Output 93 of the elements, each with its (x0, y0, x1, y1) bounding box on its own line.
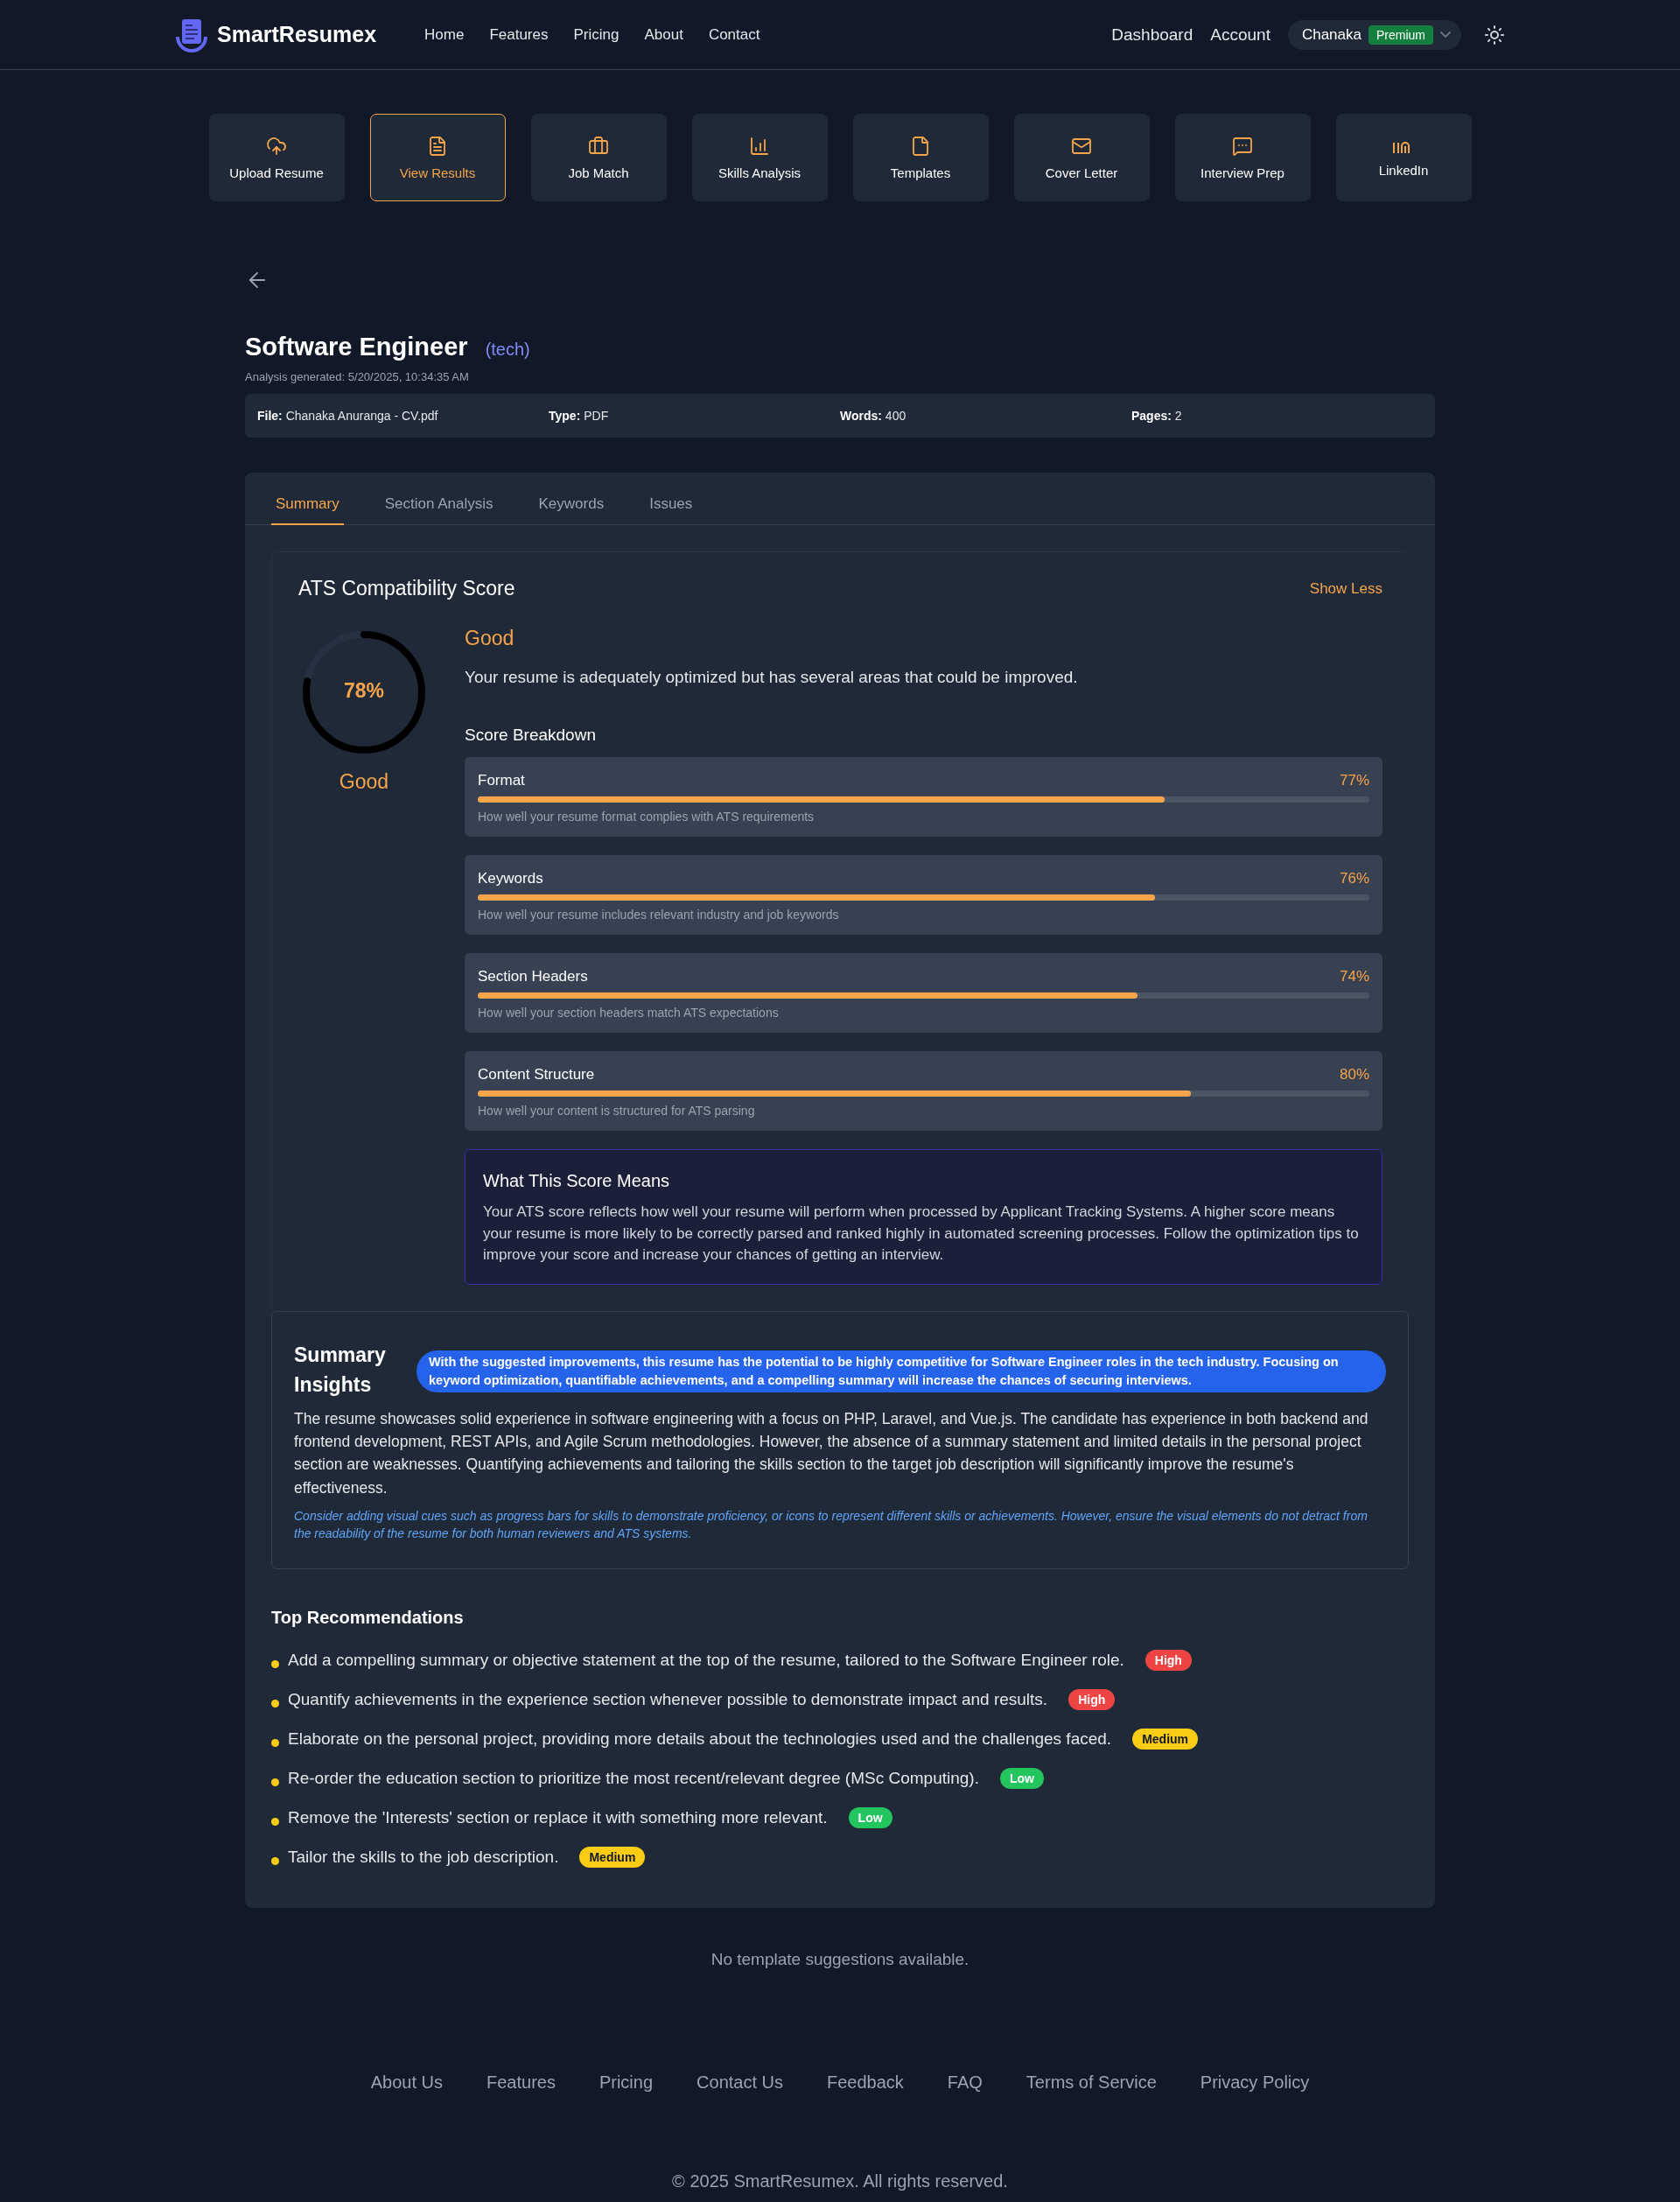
info-text: Your ATS score reflects how well your resume will perform when processed by Applicant Tracking Systems. A higher score means your resume is more likely to be correctly parsed and ranked highly in automated screening processes. Follow the optimization tips to improve your score and increase your chances of getting an interview. (483, 1203, 1360, 1266)
insights-title: Summary Insights (294, 1342, 387, 1399)
footer-link[interactable]: About Us (370, 2072, 443, 2093)
bullet-icon (271, 1778, 279, 1787)
user-menu[interactable]: Chanaka Premium (1287, 19, 1461, 50)
quick-action-tile[interactable]: LinkedIn (1335, 114, 1472, 201)
tab[interactable]: Issues (645, 473, 697, 525)
footer-link[interactable]: Pricing (598, 2072, 654, 2093)
priority-badge: High (1144, 1649, 1192, 1671)
page-title: Software Engineer (245, 333, 468, 361)
footer-link[interactable]: Features (486, 2072, 556, 2093)
breakdown-title: Score Breakdown (465, 726, 597, 745)
score-summary: Your resume is adequately optimized but has several areas that could be improved. (465, 668, 1079, 687)
score-item-percent: 76% (1339, 870, 1369, 887)
nav-link[interactable]: About (644, 25, 683, 44)
file-icon (910, 135, 931, 157)
score-item-description: How well your content is structured for ATS parsing (478, 1104, 756, 1118)
footer-link[interactable]: Privacy Policy (1200, 2072, 1310, 2093)
score-item-percent: 77% (1339, 772, 1369, 789)
score-item-description: How well your resume includes relevant industry and job keywords (478, 908, 840, 922)
score-item-description: How well your resume format complies with ATS requirements (478, 810, 816, 824)
score-rating: Good (339, 770, 389, 794)
score-item-name: Content Structure (478, 1066, 595, 1083)
recommendation-text: Tailor the skills to the job description. (288, 1847, 559, 1867)
quick-action-tile[interactable]: View Results (369, 114, 506, 201)
show-less-link[interactable]: Show Less (1309, 579, 1382, 598)
bullet-icon (271, 1660, 279, 1669)
recommendation-text: Elaborate on the personal project, providing more details about the technologies used and the challenges faced. (288, 1729, 1112, 1749)
nav-link[interactable]: Features (489, 25, 549, 44)
score-value: 78% (342, 679, 385, 703)
rating-heading: Good (465, 627, 515, 650)
nav-link[interactable]: Pricing (573, 25, 620, 44)
recommendation-text: Remove the 'Interests' section or replace it with something more relevant. (288, 1807, 828, 1827)
tab[interactable]: Keywords (534, 473, 609, 525)
logo-icon (175, 17, 208, 53)
footer-link[interactable]: Feedback (827, 2072, 904, 2093)
category-label: (tech) (485, 340, 530, 360)
empty-message: No template suggestions available. (710, 1950, 970, 1970)
quick-action-tile[interactable]: Cover Letter (1013, 114, 1150, 201)
recommendations-title: Top Recommendations (271, 1608, 465, 1629)
quick-action-tile[interactable]: Interview Prep (1174, 114, 1311, 201)
quick-action-tile[interactable]: Upload Resume (208, 114, 345, 201)
score-item-name: Format (478, 772, 525, 789)
footer-link[interactable]: FAQ (947, 2072, 983, 2093)
nav-link[interactable]: Account (1210, 25, 1270, 45)
bullet-icon (271, 1857, 279, 1866)
footer-link[interactable]: Terms of Service (1026, 2072, 1157, 2093)
priority-badge: Low (999, 1767, 1044, 1789)
recommendation-text: Quantify achievements in the experience section whenever possible to demonstrate impact and results. (288, 1689, 1048, 1709)
insights-note: Consider adding visual cues such as progress bars for skills to demonstrate proficiency, or icons to represent different skills or achievements. However, ensure the visual elements do not detract from the readability of the resume for both human reviewers and ATS systems. (294, 1507, 1368, 1542)
brand-name: SmartResumex (217, 22, 377, 47)
document-icon (427, 135, 448, 157)
file-info-item: Words: 400 (840, 409, 907, 423)
score-item-name: Keywords (478, 870, 543, 887)
score-item-description: How well your section headers match ATS expectations (478, 1006, 780, 1020)
priority-badge: High (1068, 1688, 1116, 1710)
generated-date: Analysis generated: 5/20/2025, 10:34:35 AM (245, 370, 470, 383)
chevron-down-icon (1440, 32, 1451, 38)
insights-text: The resume showcases solid experience in software engineering with a focus on PHP, Laravel, and Vue.js. The candidate has experience in both backend and frontend development, REST APIs, and Agile Scrum methodologies. However, the absence of a summary statement and limited details in the personal project section are weaknesses. Quantifying achievements and tailoring the skills section to the target job description will significantly improve the resume's effectiveness. (294, 1408, 1369, 1498)
file-info-item: File: Chanaka Anuranga - CV.pdf (257, 409, 439, 423)
nav-link[interactable]: Home (424, 25, 465, 44)
file-info-item: Pages: 2 (1131, 409, 1183, 423)
user-name: Chanaka (1301, 25, 1362, 44)
bullet-icon (271, 1739, 279, 1748)
priority-badge: Medium (1132, 1728, 1199, 1750)
briefcase-icon (588, 135, 609, 157)
priority-badge: Medium (579, 1846, 646, 1868)
quick-action-tile[interactable]: Skills Analysis (691, 114, 828, 201)
priority-badge: Low (848, 1806, 892, 1828)
recommendation-text: Re-order the education section to prioritize the most recent/relevant degree (MSc Computing). (288, 1768, 979, 1788)
chat-bubble-icon (1232, 135, 1253, 157)
bar-chart-icon (749, 135, 770, 157)
recommendation-text: Add a compelling summary or objective statement at the top of the resume, tailored to the Software Engineer role. (288, 1650, 1124, 1670)
insight-highlight: With the suggested improvements, this resume has the potential to be highly competitive for Software Engineer roles in the tech industry. Focusing on keyword optimization, quantifiable achievements, and a compelling summary will increase the chances of securing interviews. (416, 1350, 1386, 1392)
quick-action-tile[interactable]: Job Match (530, 114, 667, 201)
score-item-percent: 74% (1339, 968, 1369, 985)
bullet-icon (271, 1700, 279, 1708)
tab[interactable]: Section Analysis (380, 473, 498, 525)
footer-link[interactable]: Contact Us (696, 2072, 783, 2093)
score-item-percent: 80% (1339, 1066, 1369, 1083)
premium-badge: Premium (1368, 25, 1433, 45)
cloud-upload-icon (266, 135, 287, 157)
score-item-name: Section Headers (478, 968, 588, 985)
quick-action-tile[interactable]: Templates (852, 114, 989, 201)
panel-title: ATS Compatibility Score (298, 577, 515, 600)
nav-link[interactable]: Dashboard (1111, 25, 1194, 45)
nav-link[interactable]: Contact (708, 25, 760, 44)
file-info-item: Type: PDF (549, 409, 610, 423)
sun-icon[interactable] (1484, 24, 1505, 46)
bullet-icon (271, 1818, 279, 1827)
info-title: What This Score Means (483, 1171, 671, 1191)
copyright: © 2025 SmartResumex. All rights reserved. (672, 2171, 1008, 2193)
tab[interactable]: Summary (271, 473, 344, 525)
